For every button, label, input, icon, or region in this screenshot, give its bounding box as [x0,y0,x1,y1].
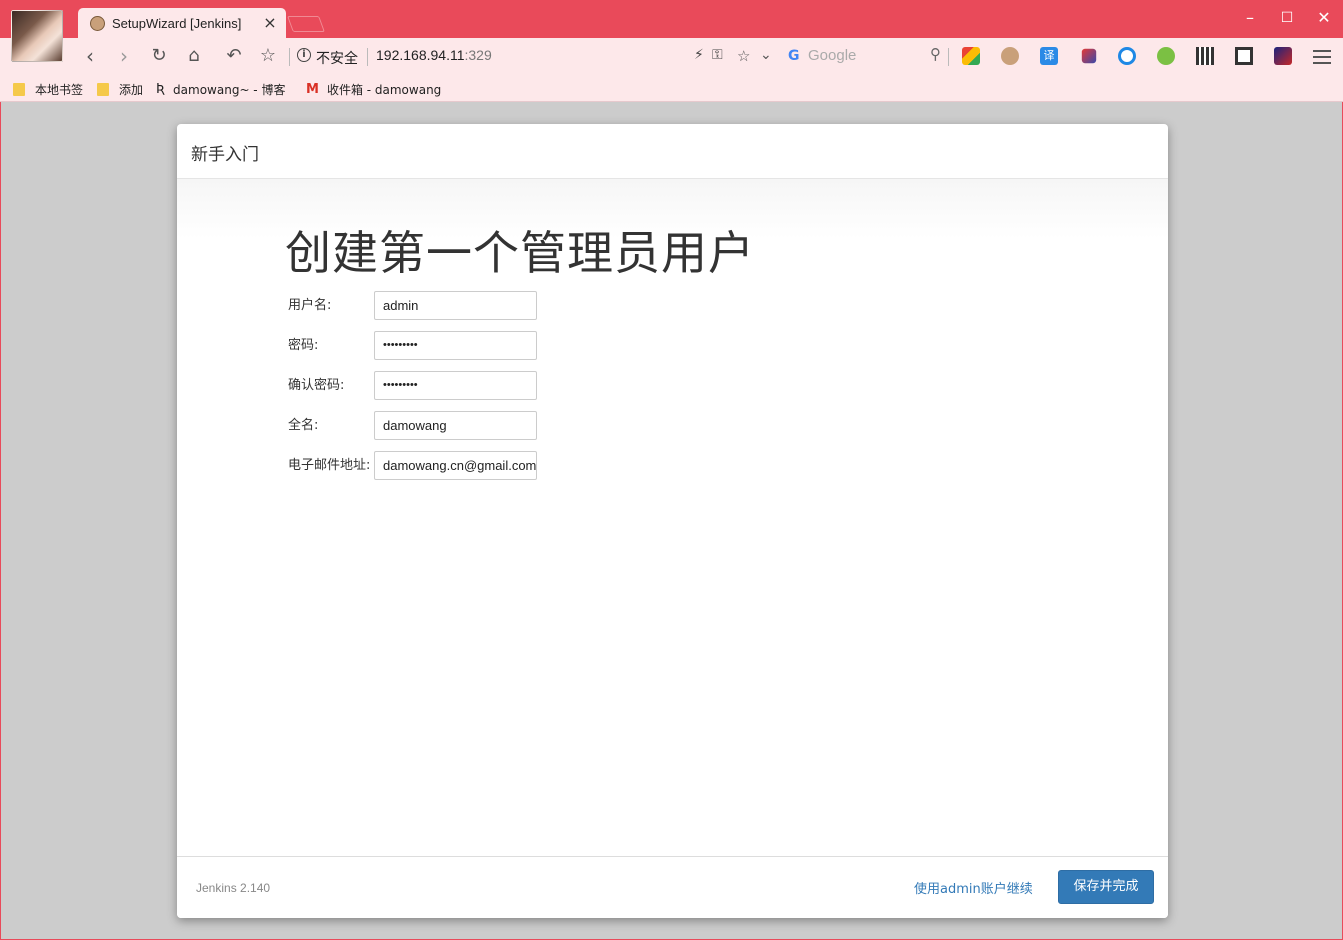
dialog-body: 创建第一个管理员用户 用户名: admin 密码: ••••••••• 确认密码… [177,179,1168,856]
dialog-footer: Jenkins 2.140 使用admin账户继续 保存并完成 [177,856,1168,918]
maximize-icon[interactable]: ☐ [1277,10,1297,26]
url-host: 192.168.94.11 [376,47,465,63]
google-icon: G [788,48,800,64]
tab-title: SetupWizard [Jenkins] [112,16,242,31]
extension-cube-icon[interactable] [1081,48,1097,64]
extension-globe-icon[interactable] [1274,47,1292,65]
wechat-icon[interactable] [1157,47,1175,65]
fullname-field[interactable]: damowang [374,411,537,440]
home-icon[interactable]: ⌂ [182,45,206,67]
search-input[interactable]: Google [808,47,856,64]
minimize-icon[interactable]: – [1240,8,1260,27]
continue-as-admin-link[interactable]: 使用admin账户继续 [914,878,1033,897]
qr-code-icon[interactable] [1196,47,1214,65]
browser-tab[interactable]: SetupWizard [Jenkins] × [78,8,286,39]
forward-icon[interactable]: › [112,45,136,67]
extension-chrome-icon[interactable] [962,47,980,65]
search-divider [948,48,949,66]
search-box[interactable]: G Google ⚲ [782,44,950,68]
bookmark-star-icon[interactable]: ☆ [256,45,280,67]
email-label: 电子邮件地址: [288,458,371,473]
dialog-title: 新手入门 [191,145,259,165]
save-and-finish-button[interactable]: 保存并完成 [1058,870,1154,904]
blog-icon: Ʀ [156,82,166,97]
close-window-icon[interactable]: ✕ [1314,8,1334,27]
bookmark-add[interactable]: 添加 [97,81,143,98]
security-status[interactable]: 不安全 [316,48,358,68]
reload-icon[interactable]: ↻ [147,45,171,67]
username-label: 用户名: [288,298,332,313]
jenkins-version: Jenkins 2.140 [196,881,271,895]
browser-toolbar: ‹ › ↻ ⌂ ↶ ☆ i 不安全 192.168.94.11:329 ⚡ ⚿ … [0,38,1343,74]
bookmark-blog[interactable]: Ʀdamowang~ - 博客 [156,81,290,98]
extension-search-icon[interactable] [1118,47,1136,65]
jenkins-favicon-icon [90,16,105,31]
email-field[interactable]: damowang.cn@gmail.com [374,451,537,480]
folder-icon [97,83,109,96]
password-label: 密码: [288,338,319,353]
dialog-header: 新手入门 [177,124,1168,179]
page-content: 新手入门 创建第一个管理员用户 用户名: admin 密码: •••••••••… [1,102,1342,939]
page-title: 创建第一个管理员用户 [285,226,755,280]
fullname-label: 全名: [288,418,319,433]
user-avatar[interactable] [11,10,63,62]
confirm-password-field[interactable]: ••••••••• [374,371,537,400]
browser-title-bar: SetupWizard [Jenkins] × – ☐ ✕ [0,0,1343,39]
setup-wizard-dialog: 新手入门 创建第一个管理员用户 用户名: admin 密码: •••••••••… [177,124,1168,918]
translate-icon[interactable]: 译 [1040,47,1058,65]
address-bar[interactable]: 192.168.94.11:329 [376,47,492,63]
password-field[interactable]: ••••••••• [374,331,537,360]
bookmark-label: damowang~ - 博客 [173,83,286,97]
tab-close-icon[interactable]: × [262,13,278,32]
new-tab-button[interactable] [287,16,325,32]
url-port: :329 [464,47,492,63]
bookmark-label: 本地书签 [35,83,84,97]
qr-scan-icon[interactable] [1235,47,1253,65]
bookmarks-bar: 本地书签 添加 Ʀdamowang~ - 博客 M 收件箱 - damowang [0,74,1343,102]
toolbar-divider [289,48,290,66]
username-field[interactable]: admin [374,291,537,320]
url-divider [367,48,368,66]
dropdown-chevron-icon[interactable]: ⌄ [760,47,772,63]
bookmark-local[interactable]: 本地书签 [13,81,83,98]
info-icon[interactable]: i [297,48,311,62]
bookmark-label: 添加 [119,83,144,97]
gmail-icon: M [306,82,319,97]
favorite-icon[interactable]: ☆ [737,47,750,65]
bookmark-label: 收件箱 - damowang [326,83,442,97]
search-icon[interactable]: ⚲ [930,45,941,63]
back-icon[interactable]: ‹ [78,45,102,67]
key-icon[interactable]: ⚿ [712,47,723,63]
lightning-icon[interactable]: ⚡ [694,47,704,63]
bookmark-gmail[interactable]: M 收件箱 - damowang [306,81,442,98]
folder-icon [13,83,25,96]
confirm-password-label: 确认密码: [288,378,345,393]
undo-close-icon[interactable]: ↶ [222,45,246,67]
extension-jenkins-icon[interactable] [1001,47,1019,65]
menu-icon[interactable] [1313,46,1331,68]
